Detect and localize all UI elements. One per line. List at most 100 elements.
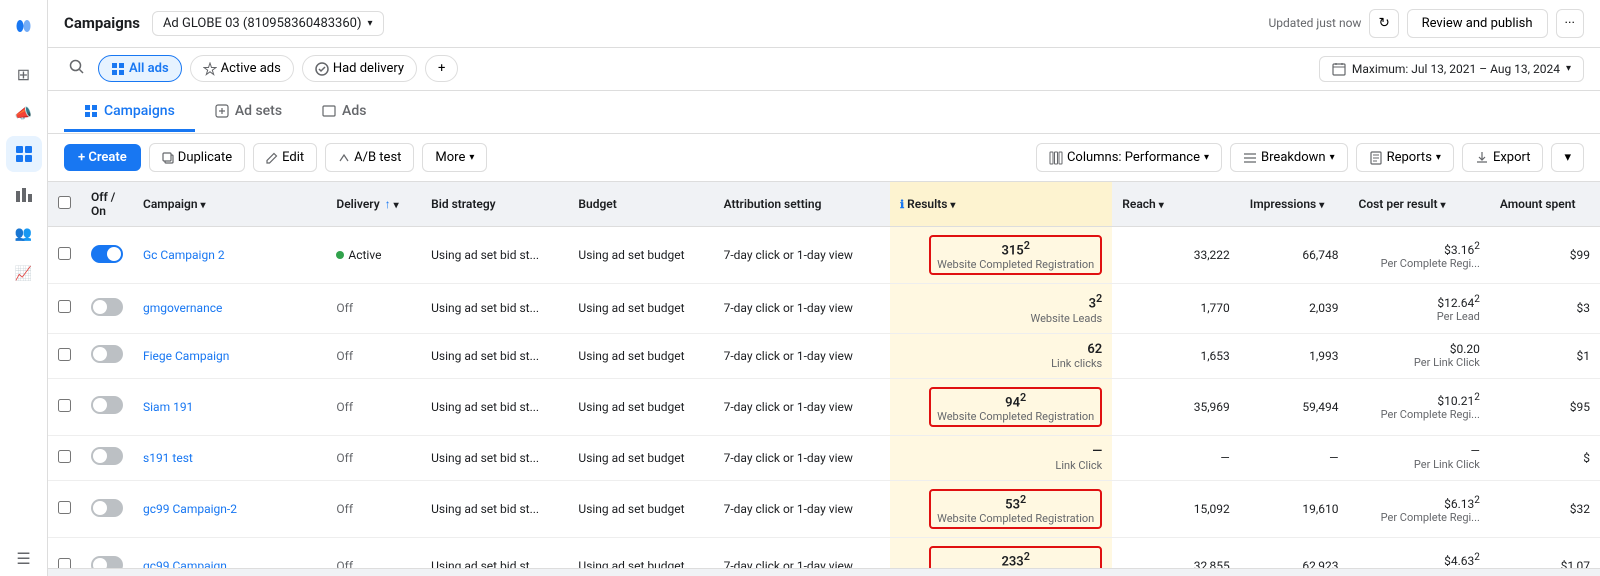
- reports-button[interactable]: Reports ▾: [1356, 143, 1454, 172]
- page-title: Campaigns: [64, 14, 140, 32]
- results-cell: 942Website Completed Registration: [890, 378, 1112, 435]
- budget-cell: Using ad set budget: [568, 284, 713, 333]
- meta-logo[interactable]: [6, 8, 42, 44]
- abtest-button[interactable]: A/B test: [325, 143, 414, 172]
- budget-header[interactable]: Budget: [568, 182, 713, 227]
- select-all-header[interactable]: [48, 182, 81, 227]
- budget-cell: Using ad set budget: [568, 538, 713, 568]
- add-filter-button[interactable]: +: [425, 55, 458, 82]
- campaign-link[interactable]: Gc Campaign 2: [143, 248, 225, 262]
- campaign-toggle[interactable]: [91, 345, 123, 363]
- campaign-link[interactable]: gmgovernance: [143, 301, 222, 315]
- row-checkbox[interactable]: [58, 501, 71, 514]
- reports-label: Reports: [1387, 150, 1432, 165]
- search-button[interactable]: [64, 54, 90, 84]
- toggle-cell: [81, 435, 133, 480]
- megaphone-icon[interactable]: 📣: [6, 96, 42, 132]
- refresh-button[interactable]: ↻: [1369, 9, 1398, 38]
- row-checkbox[interactable]: [58, 558, 71, 568]
- sidebar: ⊞ 📣 👥 📈 ☰: [0, 0, 48, 576]
- select-all-checkbox[interactable]: [58, 196, 71, 209]
- row-checkbox-cell[interactable]: [48, 480, 81, 537]
- campaign-link[interactable]: Fiege Campaign: [143, 349, 229, 363]
- campaign-link[interactable]: gc99 Campaign-2: [143, 502, 237, 516]
- had-delivery-label: Had delivery: [333, 61, 404, 76]
- row-checkbox-cell[interactable]: [48, 284, 81, 333]
- breakdown-chevron-icon: ▾: [1330, 152, 1335, 163]
- campaign-toggle[interactable]: [91, 499, 123, 517]
- row-checkbox[interactable]: [58, 348, 71, 361]
- results-cell: 2332Website Completed Registration: [890, 538, 1112, 568]
- reach-header[interactable]: Reach ▾: [1112, 182, 1240, 227]
- campaigns-tab-label: Campaigns: [104, 103, 175, 119]
- chart-bar-icon[interactable]: [6, 176, 42, 212]
- row-checkbox-cell[interactable]: [48, 378, 81, 435]
- campaign-toggle[interactable]: [91, 298, 123, 316]
- campaign-toggle[interactable]: [91, 556, 123, 568]
- row-checkbox[interactable]: [58, 450, 71, 463]
- menu-icon[interactable]: ☰: [6, 540, 42, 576]
- campaign-link[interactable]: gc99 Campaign: [143, 559, 227, 568]
- budget-cell: Using ad set budget: [568, 378, 713, 435]
- export-button[interactable]: Export: [1462, 143, 1544, 172]
- delivery-status: Off: [336, 451, 353, 465]
- tab-adsets[interactable]: Ad sets: [195, 93, 302, 132]
- campaign-link[interactable]: Siam 191: [143, 400, 193, 414]
- row-checkbox-cell[interactable]: [48, 538, 81, 568]
- campaign-toggle[interactable]: [91, 396, 123, 414]
- row-checkbox[interactable]: [58, 399, 71, 412]
- toolbar-left: + Create Duplicate Edit A/B test More ▾: [64, 143, 487, 172]
- analytics-icon[interactable]: 📈: [6, 256, 42, 292]
- budget-cell: Using ad set budget: [568, 226, 713, 283]
- grid-icon[interactable]: [6, 136, 42, 172]
- create-button[interactable]: + Create: [64, 144, 141, 171]
- review-publish-button[interactable]: Review and publish: [1407, 9, 1548, 38]
- bid-strategy-cell: Using ad set bid st...: [421, 480, 568, 537]
- attribution-header[interactable]: Attribution setting: [714, 182, 890, 227]
- cost-per-result-cell: $6.132Per Complete Regi...: [1349, 480, 1490, 537]
- row-checkbox-cell[interactable]: [48, 333, 81, 378]
- tab-ads[interactable]: Ads: [302, 93, 386, 132]
- results-cell: 3152Website Completed Registration: [890, 226, 1112, 283]
- bid-strategy-header[interactable]: Bid strategy: [421, 182, 568, 227]
- date-range-picker[interactable]: Maximum: Jul 13, 2021 – Aug 13, 2024 ▾: [1319, 56, 1584, 82]
- row-checkbox-cell[interactable]: [48, 226, 81, 283]
- campaign-header[interactable]: Campaign ▾: [133, 182, 326, 227]
- export-more-button[interactable]: ▾: [1551, 143, 1584, 172]
- breakdown-button[interactable]: Breakdown ▾: [1230, 143, 1348, 172]
- edit-button[interactable]: Edit: [253, 143, 317, 172]
- account-selector[interactable]: Ad GLOBE 03 (810958360483360) ▾: [152, 11, 384, 36]
- campaign-toggle[interactable]: [91, 245, 123, 263]
- columns-button[interactable]: Columns: Performance ▾: [1036, 143, 1222, 172]
- row-checkbox-cell[interactable]: [48, 435, 81, 480]
- nav-tabs: Campaigns Ad sets Ads: [48, 91, 1600, 134]
- bid-strategy-cell: Using ad set bid st...: [421, 378, 568, 435]
- row-checkbox[interactable]: [58, 247, 71, 260]
- campaign-name-cell: s191 test: [133, 435, 326, 480]
- date-chevron-icon: ▾: [1566, 63, 1571, 74]
- abtest-label: A/B test: [354, 150, 401, 165]
- people-icon[interactable]: 👥: [6, 216, 42, 252]
- duplicate-button[interactable]: Duplicate: [149, 143, 245, 172]
- tab-campaigns[interactable]: Campaigns: [64, 93, 195, 132]
- home-icon[interactable]: ⊞: [6, 56, 42, 92]
- scrollbar[interactable]: [48, 568, 1600, 576]
- results-header[interactable]: ℹ Results ▾: [890, 182, 1112, 227]
- more-button[interactable]: More ▾: [422, 143, 487, 172]
- campaign-link[interactable]: s191 test: [143, 451, 193, 465]
- all-ads-filter[interactable]: All ads: [98, 55, 182, 82]
- amount-spent-header[interactable]: Amount spent: [1490, 182, 1600, 227]
- impressions-header[interactable]: Impressions ▾: [1240, 182, 1349, 227]
- more-options-button[interactable]: ···: [1556, 9, 1584, 38]
- had-delivery-filter[interactable]: Had delivery: [302, 55, 417, 82]
- campaign-toggle[interactable]: [91, 447, 123, 465]
- cost-per-result-header[interactable]: Cost per result ▾: [1349, 182, 1490, 227]
- cost-per-result-cell: $10.212Per Complete Regi...: [1349, 378, 1490, 435]
- active-ads-filter[interactable]: Active ads: [190, 55, 294, 82]
- delivery-header[interactable]: Delivery ↑ ▾: [326, 182, 421, 227]
- campaign-name-cell: gc99 Campaign: [133, 538, 326, 568]
- bid-strategy-cell: Using ad set bid st...: [421, 538, 568, 568]
- top-bar-right: Updated just now ↻ Review and publish ··…: [1269, 9, 1584, 38]
- reach-cell: 35,969: [1112, 378, 1240, 435]
- row-checkbox[interactable]: [58, 300, 71, 313]
